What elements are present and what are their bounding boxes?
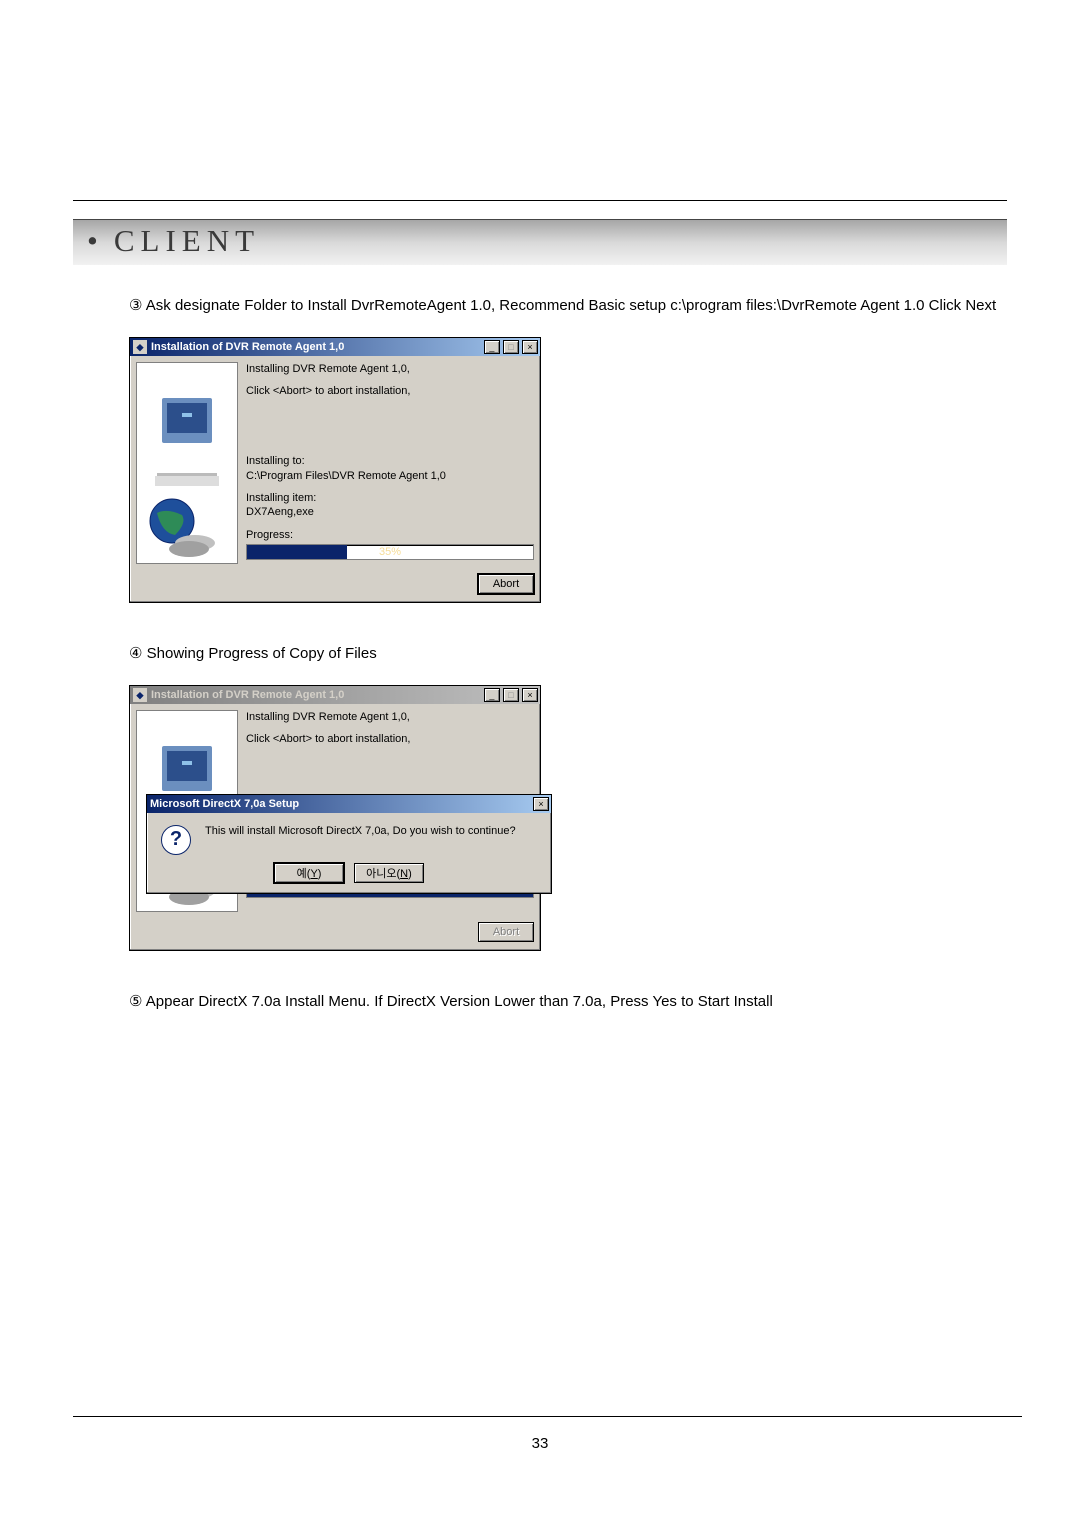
abort-button[interactable]: Abort — [478, 574, 534, 594]
installer-window-1: ◆ Installation of DVR Remote Agent 1,0 _… — [129, 337, 541, 603]
close-button[interactable]: × — [522, 340, 538, 354]
app-icon: ◆ — [133, 688, 147, 702]
section-title: CLIENT — [114, 223, 260, 258]
installer-window-2: ◆ Installation of DVR Remote Agent 1,0 _… — [129, 685, 541, 951]
no-button[interactable]: 아니오(N) — [354, 863, 424, 883]
window-title: Installation of DVR Remote Agent 1,0 — [151, 689, 484, 701]
step-5-text: Appear DirectX 7.0a Install Menu. If Dir… — [146, 993, 773, 1010]
step-4-marker: ④ — [129, 645, 142, 662]
step-5-marker: ⑤ — [129, 993, 142, 1010]
section-header: • CLIENT — [73, 219, 1007, 265]
modal-title: Microsoft DirectX 7,0a Setup — [150, 798, 533, 810]
modal-message: This will install Microsoft DirectX 7,0a… — [205, 825, 516, 837]
window-title: Installation of DVR Remote Agent 1,0 — [151, 341, 484, 353]
minimize-button[interactable]: _ — [484, 340, 500, 354]
app-icon: ◆ — [133, 340, 147, 354]
installing-item-value: DX7Aeng,exe — [246, 505, 534, 519]
step-3-text: Ask designate Folder to Install DvrRemot… — [146, 297, 996, 314]
installing-to-path: C:\Program Files\DVR Remote Agent 1,0 — [246, 469, 534, 483]
install-line-1: Installing DVR Remote Agent 1,0, — [246, 710, 534, 724]
yes-button[interactable]: 예(Y) — [274, 863, 344, 883]
progress-label: Progress: — [246, 528, 534, 542]
step-5: ⑤ Appear DirectX 7.0a Install Menu. If D… — [129, 991, 1007, 1013]
wizard-side-image — [136, 362, 238, 564]
question-icon: ? — [161, 825, 191, 855]
step-3-marker: ③ — [129, 297, 142, 314]
title-bar: Microsoft DirectX 7,0a Setup × — [147, 795, 551, 813]
page-footer-rule — [73, 1416, 1022, 1417]
close-button[interactable]: × — [533, 797, 549, 811]
page-number: 33 — [0, 1435, 1080, 1452]
directx-modal: Microsoft DirectX 7,0a Setup × ? This wi… — [146, 794, 552, 894]
minimize-button[interactable]: _ — [484, 688, 500, 702]
install-line-1: Installing DVR Remote Agent 1,0, — [246, 362, 534, 376]
installing-item-label: Installing item: — [246, 491, 534, 505]
installing-to-label: Installing to: — [246, 454, 534, 468]
section-bullet: • — [87, 223, 104, 258]
step-3: ③ Ask designate Folder to Install DvrRem… — [129, 295, 1007, 317]
page-top-rule — [73, 200, 1007, 201]
progress-percent: 35% — [247, 545, 533, 559]
step-4: ④ Showing Progress of Copy of Files — [129, 643, 1007, 665]
step-4-text: Showing Progress of Copy of Files — [147, 645, 377, 662]
title-bar: ◆ Installation of DVR Remote Agent 1,0 _… — [130, 686, 540, 704]
close-button[interactable]: × — [522, 688, 538, 702]
maximize-button[interactable]: □ — [503, 340, 519, 354]
title-bar: ◆ Installation of DVR Remote Agent 1,0 _… — [130, 338, 540, 356]
progress-bar: 35% — [246, 544, 534, 560]
maximize-button[interactable]: □ — [503, 688, 519, 702]
abort-button[interactable]: Abort — [478, 922, 534, 942]
install-line-2: Click <Abort> to abort installation, — [246, 732, 534, 746]
install-line-2: Click <Abort> to abort installation, — [246, 384, 534, 398]
